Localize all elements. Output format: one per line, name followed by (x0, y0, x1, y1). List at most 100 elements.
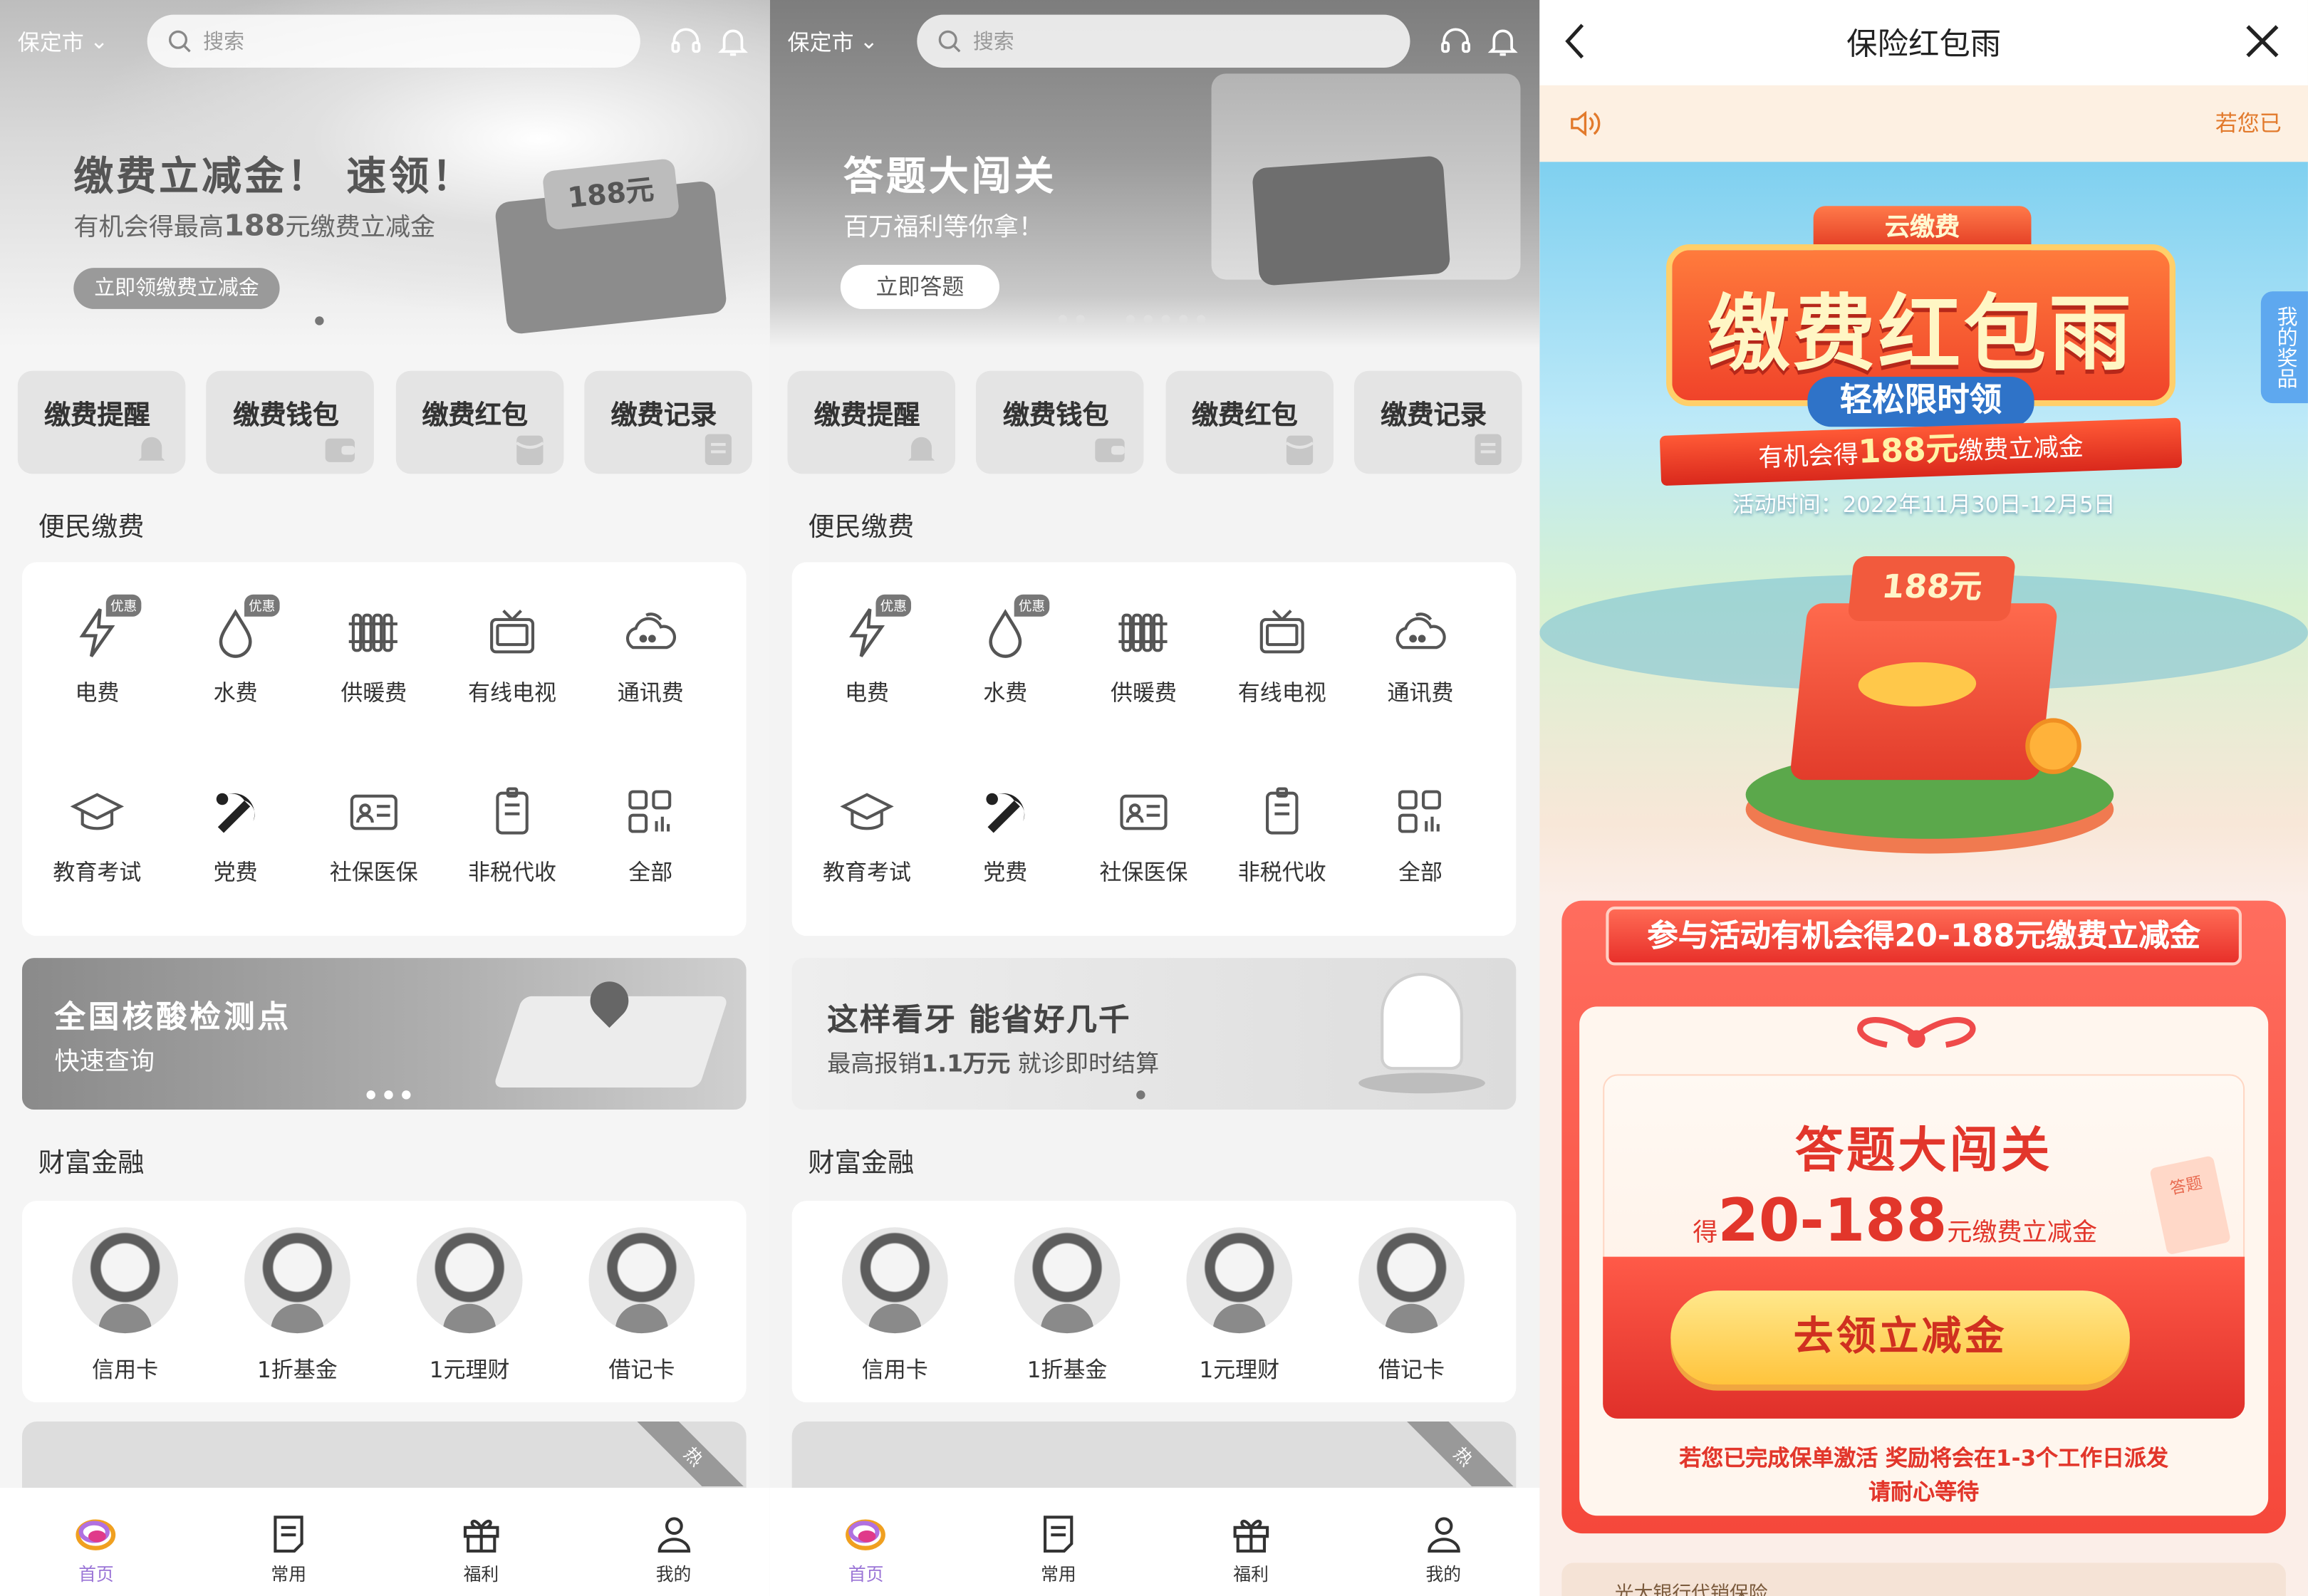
quick-card-4[interactable]: 缴费记录 (1353, 370, 1522, 474)
service-item[interactable]: 全部 (1348, 783, 1492, 887)
headset-icon[interactable] (667, 22, 705, 61)
search-input[interactable]: 搜索 (917, 14, 1410, 68)
quick-card-1[interactable]: 缴费提醒 (17, 370, 186, 474)
service-label: 非税代收 (1237, 859, 1326, 886)
reward-line: 得20-188元缴费立减金 (1693, 1188, 2097, 1256)
notice-text: 若您已 (2215, 110, 2282, 137)
bell-icon[interactable] (1484, 22, 1522, 61)
quick-card-2[interactable]: 缴费钱包 (976, 370, 1145, 474)
service-item[interactable]: 非税代收 (1210, 783, 1353, 887)
tab-3[interactable]: 福利 (1192, 1511, 1309, 1586)
avatar (1358, 1227, 1465, 1334)
tab-1[interactable]: 首页 (37, 1511, 155, 1586)
quick-card-label: 缴费提醒 (43, 400, 150, 432)
tab-label: 福利 (463, 1564, 499, 1585)
service-item[interactable]: 供暖费 (302, 603, 446, 708)
finance-item[interactable]: 1元理财 (1166, 1227, 1314, 1384)
my-prizes-tab[interactable]: 我的奖品 (2260, 291, 2308, 404)
quick-card-4[interactable]: 缴费记录 (584, 370, 752, 474)
bank-label: 光大银行代销保险 (1561, 1563, 2286, 1596)
search-placeholder: 搜索 (972, 31, 1014, 55)
home-screen-2: 答题大闯关 百万福利等你拿！ 立即答题 保定市 ⌄ 搜索 缴费提醒 缴费钱包 缴费红包 缴费… (769, 0, 1540, 1596)
radiator-icon (1114, 603, 1173, 662)
service-item[interactable]: 通讯费 (1348, 603, 1492, 708)
bell-icon (132, 429, 171, 468)
headset-icon[interactable] (1437, 22, 1475, 61)
service-item[interactable]: 社保医保 (302, 783, 446, 887)
quick-card-2[interactable]: 缴费钱包 (206, 370, 375, 474)
quick-card-3[interactable]: 缴费红包 (395, 370, 563, 474)
service-item[interactable]: 非税代收 (440, 783, 584, 887)
service-label: 水费 (213, 679, 258, 706)
bell-icon (903, 429, 941, 468)
grid-icon (1391, 783, 1450, 842)
section-title-bills: 便民缴费 (38, 512, 145, 543)
discount-tag: 优惠 (105, 594, 142, 617)
tab-2[interactable]: 常用 (230, 1511, 348, 1586)
city-selector[interactable]: 保定市 ⌄ (787, 26, 902, 56)
service-item[interactable]: 教育考试 (25, 783, 169, 887)
service-item[interactable]: 通讯费 (578, 603, 722, 708)
finance-item[interactable]: 1元理财 (396, 1227, 544, 1384)
service-item[interactable]: 供暖费 (1071, 603, 1215, 708)
service-item[interactable]: 优惠 电费 (25, 594, 169, 708)
banner-claim-button[interactable]: 立即领缴费立减金 (73, 268, 280, 309)
service-item[interactable]: 党费 (933, 783, 1077, 887)
quick-card-label: 缴费红包 (422, 400, 529, 432)
finance-item[interactable]: 1折基金 (994, 1227, 1141, 1384)
tab-4[interactable]: 我的 (1385, 1511, 1502, 1586)
service-item[interactable]: 有线电视 (1210, 603, 1353, 708)
graduation-cap-icon (838, 783, 897, 842)
finance-item[interactable]: 借记卡 (1338, 1227, 1485, 1384)
promo-banner[interactable]: 这样看牙 能省好几千 最高报销1.1万元 就诊即时结算 (791, 958, 1517, 1110)
service-item[interactable]: 全部 (578, 783, 722, 887)
finance-item[interactable]: 1折基金 (224, 1227, 371, 1384)
hot-badge: 热 (620, 1422, 747, 1486)
service-label: 党费 (983, 859, 1028, 886)
tab-2[interactable]: 常用 (999, 1511, 1117, 1586)
finance-item[interactable]: 信用卡 (51, 1227, 199, 1384)
quick-card-1[interactable]: 缴费提醒 (787, 370, 956, 474)
service-item[interactable]: 有线电视 (440, 603, 584, 708)
service-item[interactable]: 优惠 电费 (795, 594, 939, 708)
finance-grid: 信用卡 1折基金 1元理财 借记卡 (21, 1201, 747, 1403)
service-item[interactable]: 教育考试 (795, 783, 939, 887)
back-icon[interactable] (1563, 21, 1586, 69)
service-item[interactable]: 优惠 水费 (933, 594, 1077, 708)
search-placeholder: 搜索 (203, 31, 245, 55)
service-item[interactable]: 社保医保 (1071, 783, 1215, 887)
service-label: 非税代收 (468, 859, 557, 886)
finance-item[interactable]: 信用卡 (821, 1227, 969, 1384)
tab-label: 常用 (1041, 1564, 1076, 1585)
service-item[interactable]: 党费 (163, 783, 307, 887)
tab-3[interactable]: 福利 (422, 1511, 540, 1586)
avatar (416, 1227, 523, 1334)
red-packet-icon (1280, 429, 1319, 468)
tv-icon (1252, 603, 1311, 662)
gift-box: 188元 (1789, 556, 2059, 781)
quick-card-3[interactable]: 缴费红包 (1165, 370, 1334, 474)
avatar (244, 1227, 350, 1334)
wallet-icon (321, 429, 360, 468)
claim-button[interactable]: 去领立减金 (1670, 1290, 2130, 1385)
service-item[interactable]: 优惠 水费 (163, 594, 307, 708)
insurance-redpacket-screen: 保险红包雨 若您已 云缴费 缴费红包雨 轻松限时领 有机会得188元缴费立减金 … (1539, 0, 2308, 1596)
tab-1[interactable]: 首页 (807, 1511, 925, 1586)
avatar (841, 1227, 948, 1334)
search-input[interactable]: 搜索 (147, 14, 640, 68)
promo-banner[interactable]: 全国核酸检测点 快速查询 (21, 958, 747, 1110)
home-screen-1: 缴费立减金！ 速领！ 有机会得最高188元缴费立减金 立即领缴费立减金 188元 保定… (0, 0, 770, 1596)
close-icon[interactable] (2243, 22, 2282, 68)
finance-item[interactable]: 借记卡 (568, 1227, 716, 1384)
banner-title: 缴费立减金！ 速领！ (73, 154, 475, 201)
finance-label: 信用卡 (861, 1357, 928, 1384)
hot-corner: 热 (1383, 1422, 1517, 1486)
service-label: 通讯费 (617, 679, 684, 706)
city-selector[interactable]: 保定市 ⌄ (18, 26, 132, 56)
service-label: 供暖费 (341, 679, 407, 706)
banner-quiz-button[interactable]: 立即答题 (840, 264, 1000, 309)
bell-icon[interactable] (714, 22, 752, 61)
carousel-dots (1058, 315, 1206, 324)
red-packet-icon (510, 429, 549, 468)
tab-4[interactable]: 我的 (615, 1511, 732, 1586)
